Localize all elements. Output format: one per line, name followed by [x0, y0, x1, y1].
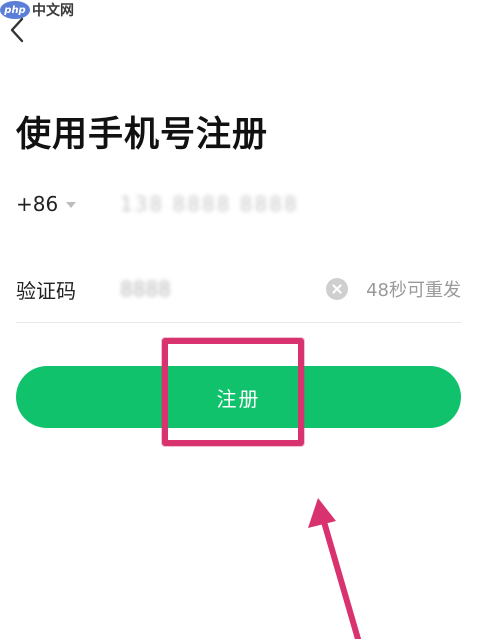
phone-input[interactable]: 138 8888 8888 [120, 192, 299, 216]
watermark-text: 中文网 [32, 3, 74, 19]
code-row: 验证码 8888 48秒可重发 [16, 256, 461, 323]
code-input[interactable]: 8888 [120, 277, 326, 301]
back-icon[interactable] [6, 16, 30, 44]
country-code: +86 [16, 192, 59, 216]
page-title: 使用手机号注册 [16, 115, 269, 155]
dropdown-triangle-icon [66, 202, 77, 208]
country-code-selector[interactable]: +86 [16, 192, 120, 216]
code-label: 验证码 [16, 278, 76, 303]
highlight-box [162, 338, 304, 446]
phone-row: +86 138 8888 8888 [16, 174, 461, 234]
resend-countdown[interactable]: 48秒可重发 [366, 276, 461, 302]
clear-icon[interactable] [326, 278, 349, 300]
